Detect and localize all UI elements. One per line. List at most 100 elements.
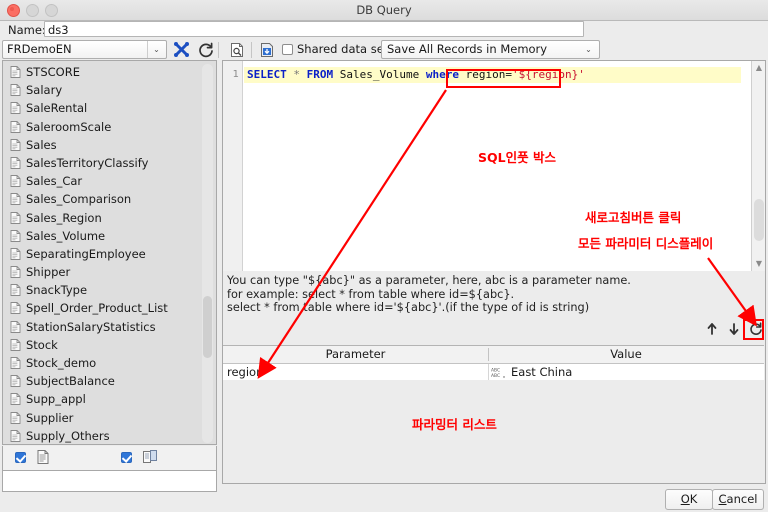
list-item-label: Salary	[26, 83, 63, 98]
abc-string-icon[interactable]: ABC ABC	[491, 366, 505, 379]
cell-parameter-value[interactable]: East China	[511, 364, 572, 380]
chevron-down-icon[interactable]: ⌄	[579, 41, 598, 58]
table-file-icon	[10, 211, 21, 224]
hint-line-3: select * from table where id='${abc}'.(i…	[227, 301, 590, 315]
annotation-sql-input-box: SQL인풋 박스	[478, 150, 556, 165]
stored-procedure-icon	[141, 449, 161, 469]
editor-gutter: 1	[223, 61, 243, 271]
parameter-hint-text: You can type "${abc}" as a parameter, he…	[223, 274, 765, 316]
editor-scrollbar-thumb[interactable]	[754, 199, 764, 241]
list-item-label: Sales_Region	[26, 210, 102, 225]
column-header-value[interactable]: Value	[489, 346, 763, 363]
column-header-parameter[interactable]: Parameter	[223, 346, 488, 363]
cancel-button[interactable]: Cancel	[712, 489, 764, 510]
sql-token-plain	[300, 68, 307, 81]
list-item[interactable]: SaleRental	[8, 99, 204, 117]
list-item[interactable]: Sales	[8, 136, 204, 154]
list-item-label: Supply_Others	[26, 428, 110, 443]
list-item[interactable]: SeparatingEmployee	[8, 245, 204, 263]
table-file-icon	[10, 411, 21, 424]
list-item[interactable]: Sales_Comparison	[8, 190, 204, 208]
table-document-icon	[35, 449, 55, 469]
list-item-label: Sales_Comparison	[26, 192, 132, 207]
dataset-list-panel: STSCORE Salary SaleRental SaleroomScale Sale…	[2, 60, 217, 445]
arrow-down-icon[interactable]	[726, 321, 742, 337]
ok-button[interactable]: OK	[665, 489, 713, 510]
scroll-down-arrow-icon[interactable]: ▼	[752, 257, 766, 271]
table-file-icon	[10, 102, 21, 115]
sql-parameter-highlight-box	[446, 69, 561, 88]
scroll-up-arrow-icon[interactable]: ▲	[752, 61, 766, 75]
title-bar: DB Query	[0, 0, 768, 21]
list-item-label: Sales_Car	[26, 174, 83, 189]
toolbar-divider-1	[218, 42, 219, 58]
list-item[interactable]: Shipper	[8, 263, 204, 281]
table-file-icon	[10, 266, 21, 279]
table-file-icon	[10, 84, 21, 97]
window-title: DB Query	[356, 3, 412, 17]
name-input[interactable]: ds3	[44, 21, 584, 37]
name-row: Name: ds3	[0, 20, 768, 40]
shared-data-set-checkbox[interactable]: Shared data set	[278, 42, 388, 56]
list-item[interactable]: Stock_demo	[8, 354, 204, 372]
list-item[interactable]: StationSalaryStatistics	[8, 318, 204, 336]
parameter-toolbar	[223, 318, 765, 344]
chevron-down-icon[interactable]: ⌄	[147, 41, 165, 58]
dataset-list-toolbar	[2, 446, 217, 470]
table-file-icon	[10, 375, 21, 388]
list-item[interactable]: Supply_Others	[8, 427, 204, 444]
list-item[interactable]: SubjectBalance	[8, 372, 204, 390]
list-item[interactable]: Sales_Car	[8, 172, 204, 190]
table-file-icon	[10, 156, 21, 169]
cell-divider	[488, 364, 489, 380]
list-item[interactable]: Spell_Order_Product_List	[8, 299, 204, 317]
list-item[interactable]: Sales_Region	[8, 209, 204, 227]
dataset-list-scrollbar[interactable]	[202, 64, 213, 443]
list-item-label: StationSalaryStatistics	[26, 319, 156, 334]
list-item[interactable]: Supplier	[8, 409, 204, 427]
connection-select[interactable]: FRDemoEN ⌄	[2, 40, 167, 59]
cell-parameter-name[interactable]: region	[227, 364, 263, 380]
list-item[interactable]: Salary	[8, 81, 204, 99]
list-item[interactable]: SaleroomScale	[8, 118, 204, 136]
dataset-list[interactable]: STSCORE Salary SaleRental SaleroomScale Sale…	[8, 63, 204, 444]
insert-parameter-icon[interactable]	[258, 41, 278, 61]
preview-document-icon[interactable]	[228, 41, 248, 61]
list-item[interactable]: Sales_Volume	[8, 227, 204, 245]
list-item[interactable]: Stock	[8, 336, 204, 354]
toolbar: FRDemoEN ⌄ Shared data set Save All Reco…	[0, 40, 768, 61]
table-file-icon	[10, 138, 21, 151]
list-item-label: Shipper	[26, 265, 71, 280]
svg-text:ABC: ABC	[491, 368, 500, 374]
refresh-button-highlight-box	[743, 319, 764, 340]
parameter-table-header: Parameter Value	[223, 346, 764, 364]
show-procedures-checkbox[interactable]	[121, 452, 132, 463]
memory-mode-select[interactable]: Save All Records in Memory ⌄	[381, 40, 600, 59]
list-item-label: SaleroomScale	[26, 119, 112, 134]
parameter-table: Parameter Value region ABC ABC East Chin…	[223, 345, 764, 380]
ok-rest: K	[689, 492, 698, 506]
table-file-icon	[10, 320, 21, 333]
show-tables-checkbox[interactable]	[15, 452, 26, 463]
editor-scrollbar[interactable]: ▲ ▼	[751, 61, 765, 271]
list-item[interactable]: SnackType	[8, 281, 204, 299]
list-item-label: SnackType	[26, 283, 88, 298]
scrollbar-thumb[interactable]	[203, 296, 212, 358]
list-item-label: SalesTerritoryClassify	[26, 155, 149, 170]
refresh-icon[interactable]	[196, 40, 216, 60]
wrench-icon[interactable]	[172, 40, 192, 60]
dataset-filter-field[interactable]	[2, 470, 217, 492]
sql-token-table: Sales_Volume	[339, 68, 420, 81]
table-file-icon	[10, 302, 21, 315]
table-file-icon	[10, 429, 21, 442]
checkbox-box[interactable]	[282, 44, 293, 55]
list-item-label: STSCORE	[26, 65, 80, 79]
table-file-icon	[10, 284, 21, 297]
list-item[interactable]: STSCORE	[8, 63, 204, 81]
sql-token-plain	[419, 68, 426, 81]
arrow-up-icon[interactable]	[704, 321, 720, 337]
table-row[interactable]: region ABC ABC East China	[223, 364, 764, 380]
table-file-icon	[10, 338, 21, 351]
list-item[interactable]: Supp_appl	[8, 390, 204, 408]
list-item[interactable]: SalesTerritoryClassify	[8, 154, 204, 172]
